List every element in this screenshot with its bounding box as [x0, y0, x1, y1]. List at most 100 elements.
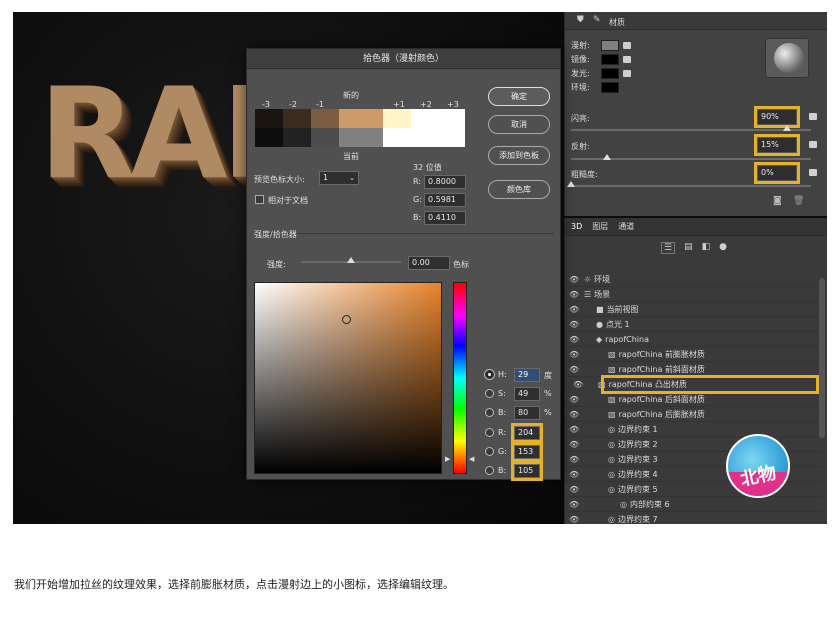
hue-arrow-right-icon[interactable]: ◀ [469, 455, 474, 463]
reflect-value[interactable]: 15% [754, 134, 800, 156]
tree-row[interactable]: 👁 ◎ 边界约束 1 [565, 422, 821, 437]
hsb-radio[interactable] [485, 370, 494, 379]
eye-icon[interactable]: 👁 [569, 470, 579, 479]
current-color-swatch[interactable] [339, 128, 383, 147]
tree-row[interactable]: 👁 ▧ rapofChina 后膨胀材质 [565, 407, 821, 422]
rough-value[interactable]: 0% [754, 162, 800, 184]
preview-size-select[interactable]: 1 ⌄ [319, 171, 359, 185]
folder-icon[interactable] [623, 70, 631, 77]
swatch-minus-2[interactable] [283, 109, 311, 147]
new-current-swatch[interactable] [339, 109, 383, 147]
lights-icon[interactable]: ● [719, 242, 727, 254]
eye-icon[interactable]: 👁 [573, 380, 583, 389]
mesh-filter-icon[interactable]: ⛊ [577, 15, 584, 25]
material-preview[interactable] [765, 38, 809, 78]
hue-arrow-left-icon[interactable]: ▶ [445, 455, 450, 463]
eye-icon[interactable]: 👁 [569, 365, 579, 374]
saturation-brightness-field[interactable] [254, 282, 442, 474]
shine-value[interactable]: 90% [754, 106, 800, 128]
hsb-input[interactable]: 49 [514, 387, 540, 401]
intensity-slider[interactable] [301, 257, 401, 263]
tree-row[interactable]: 👁 ▧ rapofChina 前斜面材质 [565, 362, 821, 377]
rgb-radio[interactable] [485, 428, 494, 437]
eye-icon[interactable]: 👁 [569, 395, 579, 404]
tree-row[interactable]: 👁 ● 点光 1 [565, 317, 821, 332]
eye-icon[interactable]: 👁 [569, 290, 579, 299]
illumination-swatch[interactable] [601, 68, 619, 79]
rgb-input[interactable]: 204 [511, 423, 543, 443]
specular-swatch[interactable] [601, 54, 619, 65]
properties-tab-material[interactable]: 材质 [609, 17, 625, 28]
meshes-icon[interactable]: ▤ [684, 242, 693, 254]
eye-icon[interactable]: 👁 [569, 455, 579, 464]
reflect-slider[interactable] [571, 154, 811, 160]
brush-icon[interactable]: ✎ [593, 15, 601, 25]
eye-icon[interactable]: 👁 [569, 515, 579, 524]
tree-row[interactable]: 👁 ■ 当前视图 [565, 302, 821, 317]
rough-slider[interactable] [567, 181, 811, 187]
eye-icon[interactable]: 👁 [569, 425, 579, 434]
eye-icon[interactable]: 👁 [569, 305, 579, 314]
tree-row[interactable]: 👁 ◎ 内部约束 6 [565, 497, 821, 512]
render-icon[interactable]: ◙ [773, 196, 782, 206]
field-picker-circle[interactable] [342, 315, 351, 324]
eye-icon[interactable]: 👁 [569, 500, 579, 509]
reflect-slider-knob[interactable] [603, 154, 611, 160]
diffuse-swatch[interactable] [601, 40, 619, 51]
tree-row[interactable]: 👁 ☰ 场景 [565, 287, 821, 302]
materials-icon[interactable]: ◧ [702, 242, 711, 254]
r32-input[interactable]: 0.8000 [424, 175, 466, 189]
eye-icon[interactable]: 👁 [569, 440, 579, 449]
trash-icon[interactable]: 🗑 [793, 196, 804, 206]
hsb-input[interactable]: 29 [514, 368, 540, 382]
folder-icon[interactable] [809, 141, 817, 148]
rough-slider-knob[interactable] [567, 181, 575, 187]
folder-icon[interactable] [623, 42, 631, 49]
rgb-radio[interactable] [485, 447, 494, 456]
whole-scene-icon[interactable]: ☰ [661, 242, 676, 254]
ok-button[interactable]: 确定 [488, 87, 550, 106]
shine-slider[interactable] [571, 125, 811, 131]
add-to-swatches-button[interactable]: 添加到色板 [488, 146, 550, 165]
swatch-plus-1[interactable] [383, 109, 411, 147]
tree-row[interactable]: 👁 ◎ 边界约束 7 [565, 512, 821, 524]
eye-icon[interactable]: 👁 [569, 275, 579, 284]
eye-icon[interactable]: 👁 [569, 320, 579, 329]
scrollbar[interactable] [819, 278, 825, 438]
cancel-button[interactable]: 取消 [488, 115, 550, 134]
folder-icon[interactable] [809, 169, 817, 176]
tree-row[interactable]: 👁 ▧ rapofChina 前膨胀材质 [565, 347, 821, 362]
rgb-radio[interactable] [485, 466, 494, 475]
relative-document-checkbox[interactable] [255, 195, 264, 204]
ambient-swatch[interactable] [601, 82, 619, 93]
g32-input[interactable]: 0.5981 [424, 193, 466, 207]
hsb-radio[interactable] [485, 408, 494, 417]
eye-icon[interactable]: 👁 [569, 350, 579, 359]
tree-row[interactable]: 👁 ▧ rapofChina 凸出材质 [573, 375, 819, 394]
eye-icon[interactable]: 👁 [569, 485, 579, 494]
tab-3d[interactable]: 3D [571, 222, 582, 231]
folder-icon[interactable] [623, 56, 631, 63]
hsb-radio[interactable] [485, 389, 494, 398]
tab-layers[interactable]: 图层 [592, 221, 608, 232]
hue-slider[interactable] [453, 282, 467, 474]
swatch-plus-2[interactable] [411, 109, 439, 147]
swatch-minus-1[interactable] [311, 109, 339, 147]
intensity-slider-knob[interactable] [347, 257, 355, 263]
folder-icon[interactable] [809, 113, 817, 120]
hsb-input[interactable]: 80 [514, 406, 540, 420]
intensity-input[interactable]: 0.00 [408, 256, 450, 270]
rgb-input[interactable]: 105 [511, 461, 543, 481]
tree-row[interactable]: 👁 ▧ rapofChina 后斜面材质 [565, 392, 821, 407]
new-color-swatch[interactable] [339, 109, 383, 128]
color-libraries-button[interactable]: 颜色库 [488, 180, 550, 199]
rgb-input[interactable]: 153 [511, 442, 543, 462]
tree-row[interactable]: 👁 ◆ rapofChina [565, 332, 821, 347]
eye-icon[interactable]: 👁 [569, 335, 579, 344]
tab-channels[interactable]: 通道 [618, 221, 634, 232]
swatch-plus-3[interactable] [439, 109, 465, 147]
swatch-minus-3[interactable] [255, 109, 283, 147]
b32-input[interactable]: 0.4110 [424, 211, 466, 225]
shine-slider-knob[interactable] [783, 125, 791, 131]
tree-row[interactable]: 👁 ☼ 环境 [565, 272, 821, 287]
